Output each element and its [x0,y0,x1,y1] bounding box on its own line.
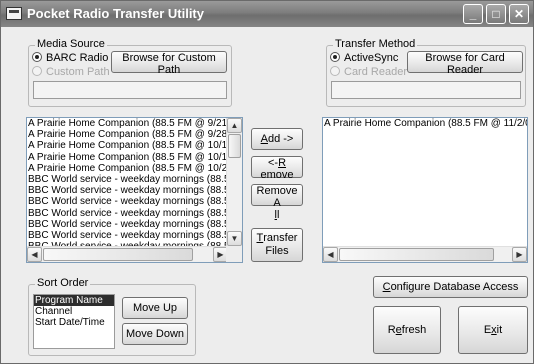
scroll-left-icon[interactable]: ◀ [323,247,338,262]
browse-custom-path-button[interactable]: Browse for Custom Path [111,51,227,76]
list-item[interactable]: BBC World service - weekday mornings (88… [27,219,242,230]
card-reader-radio-option[interactable]: Card Reader [330,66,407,78]
custom-path-radio-option[interactable]: Custom Path [32,66,110,78]
sort-order-label: Sort Order [35,277,91,289]
list-item[interactable]: A Prairie Home Companion (88.5 FM @ 11/2… [323,118,527,129]
media-source-label: Media Source [35,38,107,50]
scroll-thumb[interactable] [43,248,193,261]
remove-all-button[interactable]: Remove All [251,184,303,221]
card-reader-radio-label: Card Reader [344,66,407,78]
move-up-button[interactable]: Move Up [122,297,188,319]
configure-database-button[interactable]: Configure Database Access [373,276,528,298]
transfer-files-button[interactable]: Transfer Files [251,228,303,262]
activesync-radio-option[interactable]: ActiveSync [330,52,398,64]
scroll-right-icon[interactable]: ▶ [512,247,527,262]
list-item[interactable]: BBC World service - weekday mornings (88… [27,174,242,185]
browse-card-reader-button[interactable]: Browse for Card Reader [407,51,523,76]
card-reader-path-field[interactable] [331,81,521,99]
scroll-up-icon[interactable]: ▲ [227,118,242,133]
app-icon [6,7,22,20]
scrollbar-corner [226,246,242,262]
close-button[interactable]: ✕ [509,4,529,24]
browse-card-reader-label: Browse for Card Reader [425,52,505,76]
list-item[interactable]: BBC World service - weekday mornings (88… [27,196,242,207]
exit-button[interactable]: Exit [458,306,528,354]
available-programs-items: A Prairie Home Companion (88.5 FM @ 9/21… [27,118,242,252]
list-item[interactable]: BBC World service - weekday mornings (88… [27,230,242,241]
custom-path-field[interactable] [33,81,227,99]
remove-button[interactable]: <- Remove [251,156,303,181]
add-button[interactable]: Add -> [251,128,303,150]
scroll-thumb[interactable] [339,248,494,261]
list-item[interactable]: A Prairie Home Companion (88.5 FM @ 10/1… [27,152,242,163]
window-title: Pocket Radio Transfer Utility [27,6,204,21]
list-item[interactable]: A Prairie Home Companion (88.5 FM @ 9/28… [27,129,242,140]
list-item[interactable]: A Prairie Home Companion (88.5 FM @ 9/21… [27,118,242,129]
barc-radio-option[interactable]: BARC Radio [32,52,108,64]
list-item[interactable]: Start Date/Time [34,317,114,328]
transfer-method-group: Transfer Method ActiveSync Card Reader B… [326,38,526,107]
transfer-queue-list[interactable]: A Prairie Home Companion (88.5 FM @ 11/2… [322,117,528,263]
transfer-method-label: Transfer Method [333,38,418,50]
available-programs-list[interactable]: A Prairie Home Companion (88.5 FM @ 9/21… [26,117,243,263]
barc-radio-label: BARC Radio [46,52,109,64]
list-item[interactable]: BBC World service - weekday mornings (88… [27,208,242,219]
close-icon: ✕ [513,7,525,21]
browse-custom-path-label: Browse for Custom Path [122,52,216,76]
radio-selected-icon [32,52,42,62]
transfer-horizontal-scrollbar[interactable]: ◀ ▶ [323,246,527,262]
media-source-group: Media Source BARC Radio Custom Path Brow… [28,38,232,107]
scroll-thumb[interactable] [228,134,241,158]
move-up-label: Move Up [132,302,178,314]
title-bar[interactable]: Pocket Radio Transfer Utility _ □ ✕ [1,1,533,27]
scroll-down-icon[interactable]: ▼ [227,231,242,246]
minimize-button[interactable]: _ [463,4,483,24]
list-item[interactable]: A Prairie Home Companion (88.5 FM @ 10/2… [27,163,242,174]
transfer-queue-items: A Prairie Home Companion (88.5 FM @ 11/2… [323,118,527,129]
sort-field-list[interactable]: Program Name Channel Start Date/Time [33,294,115,349]
move-down-button[interactable]: Move Down [122,323,188,345]
refresh-button[interactable]: Refresh [373,306,441,354]
maximize-icon: □ [492,7,500,21]
radio-unselected-icon [32,66,42,76]
sort-field-items: Program Name Channel Start Date/Time [34,295,114,329]
available-vertical-scrollbar[interactable]: ▲ ▼ [226,118,242,246]
scroll-left-icon[interactable]: ◀ [27,247,42,262]
custom-path-radio-label: Custom Path [46,66,110,78]
list-item[interactable]: Program Name [34,295,114,307]
radio-selected-icon [330,52,340,62]
list-item[interactable]: BBC World service - weekday mornings (88… [27,185,242,196]
move-down-label: Move Down [125,328,185,340]
app-window: Pocket Radio Transfer Utility _ □ ✕ Medi… [0,0,534,364]
maximize-button[interactable]: □ [486,4,506,24]
available-horizontal-scrollbar[interactable]: ◀ ▶ [27,246,228,262]
list-item[interactable]: Channel [34,306,114,317]
list-item[interactable]: A Prairie Home Companion (88.5 FM @ 10/1… [27,140,242,151]
minimize-icon: _ [469,7,477,21]
radio-unselected-icon [330,66,340,76]
activesync-radio-label: ActiveSync [344,52,399,64]
sort-order-group: Sort Order Program Name Channel Start Date… [28,277,196,356]
